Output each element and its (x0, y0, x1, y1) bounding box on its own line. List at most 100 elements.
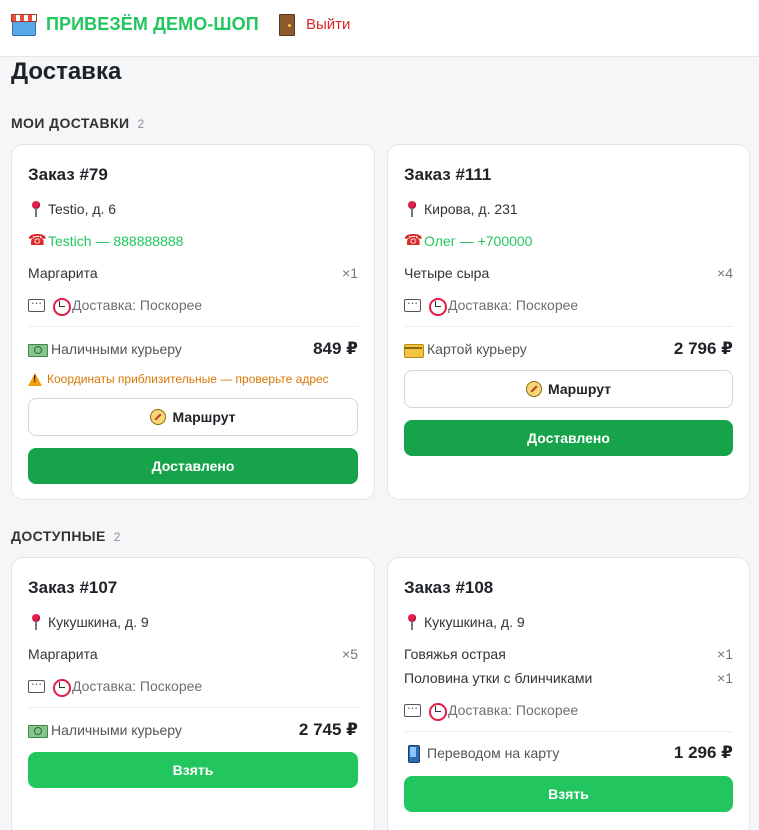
address-text: Кирова, д. 231 (424, 201, 518, 217)
item-qty: ×1 (717, 646, 733, 662)
order-delivery: Доставка: Поскорее (28, 294, 358, 316)
payment-text: Наличными курьеру (51, 722, 182, 738)
order-payment: Наличными курьеру 2 745 ₽ (28, 720, 358, 740)
item-name: Маргарита (28, 265, 98, 281)
chat-icon (404, 294, 421, 313)
mobile-phone-icon (404, 745, 422, 763)
address-warning: Координаты приблизительные — проверьте а… (28, 372, 364, 386)
warning-icon (28, 372, 42, 386)
shop-icon (11, 12, 37, 36)
order-card: Заказ #108 Кукушкина, д. 9 Говяжья остра… (387, 557, 750, 830)
take-button[interactable]: Взять (28, 752, 358, 788)
section-count: 2 (137, 117, 145, 131)
order-delivery: Доставка: Поскорее (28, 675, 358, 697)
pin-icon (404, 201, 420, 217)
pin-icon (28, 201, 44, 217)
take-label: Взять (172, 762, 214, 778)
order-price: 2 745 ₽ (298, 720, 358, 739)
phone-link[interactable]: Олег — +700000 (424, 233, 532, 249)
phone-icon (28, 231, 47, 249)
order-phone[interactable]: Testich — 888888888 (28, 231, 358, 249)
order-card: Заказ #111 Кирова, д. 231 Олег — +700000… (387, 144, 750, 500)
list-item: Маргарита ×1 (28, 265, 358, 281)
item-name: Маргарита (28, 646, 98, 662)
route-button[interactable]: Маршрут (28, 398, 358, 436)
order-delivery: Доставка: Поскорее (404, 699, 733, 721)
page-title: Доставка (11, 58, 122, 85)
route-button[interactable]: Маршрут (404, 370, 733, 408)
payment-text: Переводом на карту (427, 745, 560, 761)
order-payment: Картой курьеру 2 796 ₽ (404, 339, 733, 359)
delivery-text: Доставка: Поскорее (72, 678, 203, 694)
order-title: Заказ #108 (404, 578, 494, 597)
delivered-label: Доставлено (151, 458, 235, 474)
phone-link[interactable]: Testich — 888888888 (48, 233, 183, 249)
logout-label: Выйти (306, 15, 351, 33)
section-count: 2 (113, 530, 121, 544)
chat-icon (28, 294, 45, 313)
order-title: Заказ #107 (28, 578, 118, 597)
order-delivery: Доставка: Поскорее (404, 294, 733, 316)
payment-text: Наличными курьеру (51, 341, 182, 357)
list-item: Половина утки с блинчиками ×1 (404, 670, 733, 686)
section-my-deliveries: МОИ ДОСТАВКИ 2 (11, 115, 144, 131)
cash-icon (28, 722, 48, 738)
delivered-label: Доставлено (527, 430, 610, 446)
order-price: 1 296 ₽ (673, 743, 733, 762)
divider (404, 326, 733, 327)
alarm-clock-icon (52, 678, 71, 697)
item-qty: ×1 (717, 670, 733, 686)
divider (28, 326, 358, 327)
delivered-button[interactable]: Доставлено (28, 448, 358, 484)
warning-text: Координаты приблизительные — проверьте а… (47, 372, 329, 386)
order-title: Заказ #79 (28, 165, 108, 184)
delivery-text: Доставка: Поскорее (448, 297, 579, 313)
order-payment: Наличными курьеру 849 ₽ (28, 339, 358, 359)
order-phone[interactable]: Олег — +700000 (404, 231, 733, 249)
chat-icon (404, 699, 421, 718)
compass-icon (150, 409, 167, 425)
alarm-clock-icon (52, 297, 71, 316)
section-available: ДОСТУПНЫЕ 2 (11, 528, 120, 544)
payment-text: Картой курьеру (427, 341, 527, 357)
delivery-text: Доставка: Поскорее (72, 297, 203, 313)
order-title: Заказ #111 (404, 165, 492, 184)
section-title: ДОСТУПНЫЕ (11, 528, 106, 544)
order-address: Testio, д. 6 (28, 201, 358, 217)
divider (28, 707, 358, 708)
item-qty: ×4 (717, 265, 733, 281)
item-name: Говяжья острая (404, 646, 506, 662)
list-item: Маргарита ×5 (28, 646, 358, 662)
item-qty: ×1 (342, 265, 358, 281)
take-button[interactable]: Взять (404, 776, 733, 812)
order-card: Заказ #107 Кукушкина, д. 9 Маргарита ×5 … (11, 557, 375, 830)
door-icon (279, 14, 295, 36)
compass-icon (525, 381, 542, 397)
pin-icon (28, 614, 44, 630)
section-title: МОИ ДОСТАВКИ (11, 115, 130, 131)
divider (404, 731, 733, 732)
credit-card-icon (404, 341, 424, 358)
cash-icon (28, 341, 48, 357)
alarm-clock-icon (428, 702, 447, 721)
delivered-button[interactable]: Доставлено (404, 420, 733, 456)
brand[interactable]: ПРИВЕЗЁМ ДЕМО-ШОП (11, 12, 259, 36)
item-name: Половина утки с блинчиками (404, 670, 593, 686)
order-card: Заказ #79 Testio, д. 6 Testich — 8888888… (11, 144, 375, 500)
delivery-text: Доставка: Поскорее (448, 702, 579, 718)
item-name: Четыре сыра (404, 265, 490, 281)
item-qty: ×5 (342, 646, 358, 662)
order-address: Кукушкина, д. 9 (28, 614, 358, 630)
brand-name: ПРИВЕЗЁМ ДЕМО-ШОП (46, 13, 259, 34)
chat-icon (28, 675, 45, 694)
list-item: Говяжья острая ×1 (404, 646, 733, 662)
list-item: Четыре сыра ×4 (404, 265, 733, 281)
take-label: Взять (548, 786, 589, 802)
top-bar: ПРИВЕЗЁМ ДЕМО-ШОП Выйти (0, 0, 759, 57)
order-address: Кукушкина, д. 9 (404, 614, 733, 630)
route-label: Маршрут (547, 381, 612, 397)
address-text: Кукушкина, д. 9 (424, 614, 525, 630)
logout-button[interactable]: Выйти (279, 14, 351, 36)
phone-icon (404, 231, 423, 249)
address-text: Testio, д. 6 (48, 201, 117, 217)
